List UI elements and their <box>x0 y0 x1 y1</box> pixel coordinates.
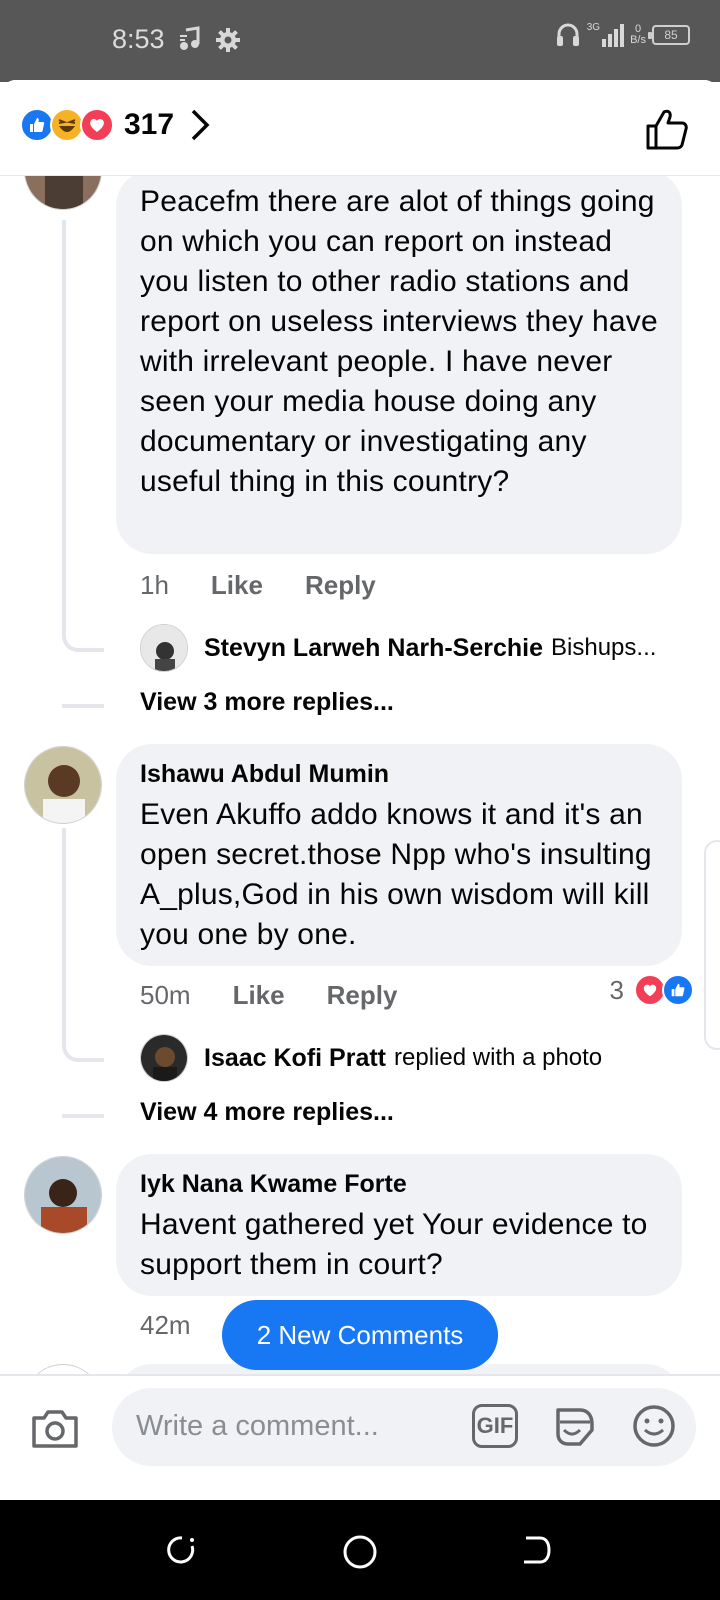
gear-icon <box>216 28 240 52</box>
reply-preview[interactable]: Isaac Kofi Pratt replied with a photo <box>140 1034 602 1082</box>
comment-bubble[interactable]: Peacefm there are alot of things going o… <box>116 176 682 554</box>
avatar <box>140 1034 188 1082</box>
avatar[interactable] <box>24 1156 102 1234</box>
comment-input[interactable]: Write a comment... GIF <box>112 1388 696 1466</box>
comment-time: 1h <box>140 570 169 600</box>
comment-input-placeholder: Write a comment... <box>136 1410 379 1442</box>
comment-actions: 42m <box>140 1310 191 1341</box>
back-icon[interactable] <box>520 1534 552 1566</box>
status-notification-icons <box>178 26 242 54</box>
like-icon <box>662 974 694 1006</box>
reply-button[interactable]: Reply <box>327 980 398 1011</box>
music-note-icon <box>180 26 200 50</box>
comment-bubble[interactable]: Iyk Nana Kwame Forte Havent gathered yet… <box>116 1154 682 1296</box>
reactions-header: 317 <box>0 80 720 176</box>
battery-icon: 85 <box>648 25 690 45</box>
comment-author[interactable]: Ishawu Abdul Mumin <box>140 760 660 789</box>
reply-button[interactable]: Reply <box>305 570 376 601</box>
reply-author: Stevyn Larweh Narh-Serchie <box>204 633 544 662</box>
like-post-button[interactable] <box>644 106 690 152</box>
like-button[interactable]: Like <box>211 570 263 601</box>
comment-actions: 50m Like Reply <box>140 980 397 1011</box>
headphones-icon <box>556 23 579 46</box>
comments-sheet: 317 Peacefm there are alot of things goi… <box>0 80 720 1500</box>
comment-time: 50m <box>140 980 191 1010</box>
new-comments-button[interactable]: 2 New Comments <box>222 1300 498 1370</box>
reply-snippet: Bishups... <box>551 634 657 661</box>
network-type: 3G <box>586 22 601 33</box>
thread-line <box>62 220 104 708</box>
sticker-icon[interactable] <box>550 1402 598 1450</box>
comment-time: 42m <box>140 1310 191 1340</box>
comment-author[interactable]: Iyk Nana Kwame Forte <box>140 1170 660 1199</box>
thread-line <box>62 828 104 1118</box>
comments-list: Peacefm there are alot of things going o… <box>0 176 720 1481</box>
love-icon <box>80 108 114 142</box>
avatar[interactable] <box>24 176 102 210</box>
signal-icon <box>602 24 625 47</box>
camera-icon[interactable] <box>30 1406 80 1450</box>
avatar <box>140 624 188 672</box>
avatar[interactable] <box>24 746 102 824</box>
reply-author: Isaac Kofi Pratt <box>204 1043 387 1072</box>
view-more-replies[interactable]: View 4 more replies... <box>140 1098 394 1127</box>
comment-text: Havent gathered yet Your evidence to sup… <box>140 1208 648 1281</box>
reply-preview[interactable]: Stevyn Larweh Narh-Serchie Bishups... <box>140 624 656 672</box>
haha-icon <box>50 108 84 142</box>
comment-composer: Write a comment... GIF <box>0 1374 720 1474</box>
side-edge-handle[interactable] <box>704 840 720 1050</box>
comment-reactions[interactable]: 3 <box>610 974 694 1006</box>
net-speed: 0 B/s <box>630 23 646 46</box>
comment-bubble[interactable]: Ishawu Abdul Mumin Even Akuffo addo know… <box>116 744 682 966</box>
status-system-icons: 3G 0 B/s 85 <box>555 22 690 48</box>
reactions-summary[interactable]: 317 <box>20 108 210 142</box>
recent-apps-icon[interactable] <box>166 1534 198 1566</box>
status-bar: 8:53 3G 0 B/s 85 <box>0 0 720 82</box>
status-time: 8:53 <box>112 24 165 54</box>
gif-icon[interactable]: GIF <box>472 1404 518 1448</box>
reaction-count: 317 <box>124 108 175 141</box>
comment-text: Peacefm there are alot of things going o… <box>140 185 658 498</box>
chevron-right-icon <box>191 109 210 141</box>
comment-reaction-count: 3 <box>609 974 624 1005</box>
like-button[interactable]: Like <box>233 980 285 1011</box>
home-icon[interactable] <box>342 1534 378 1570</box>
comment-text: Even Akuffo addo knows it and it's an op… <box>140 798 652 951</box>
reply-snippet: replied with a photo <box>394 1044 603 1071</box>
view-more-replies[interactable]: View 3 more replies... <box>140 688 394 717</box>
emoji-icon[interactable] <box>630 1402 678 1450</box>
system-navigation-bar <box>0 1500 720 1600</box>
like-icon <box>20 108 54 142</box>
comment-actions: 1h Like Reply <box>140 570 376 601</box>
